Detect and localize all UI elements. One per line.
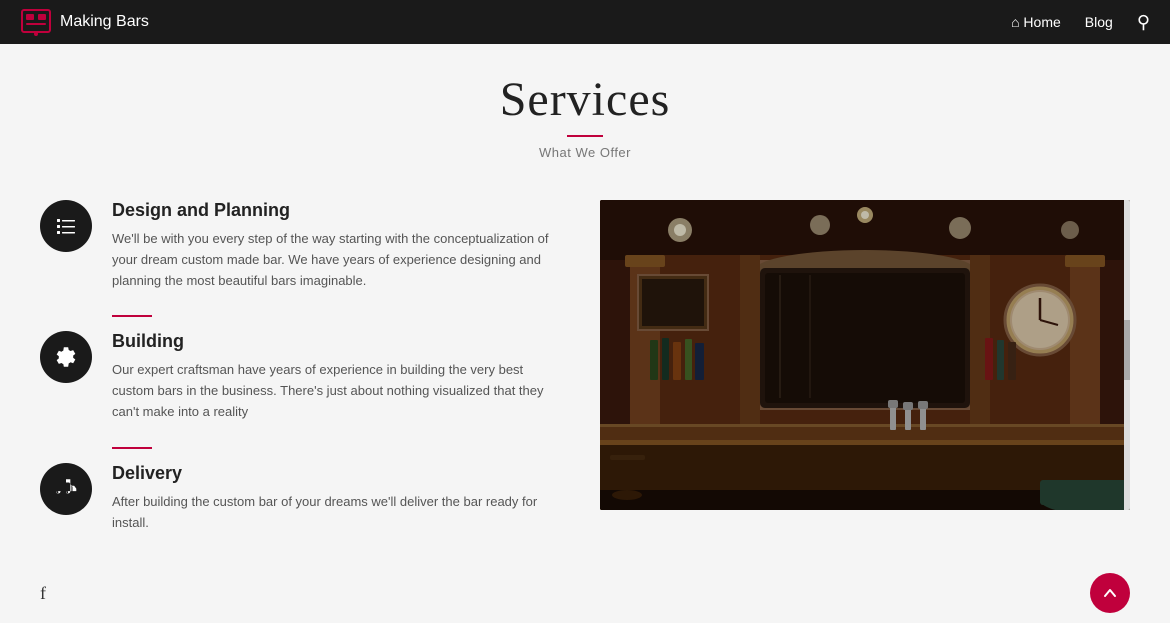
bar-image xyxy=(600,200,1130,510)
footer: f xyxy=(0,563,1170,623)
service-text-delivery: Delivery After building the custom bar o… xyxy=(112,463,560,534)
building-icon-circle xyxy=(40,331,92,383)
service-title-design: Design and Planning xyxy=(112,200,560,221)
service-item-delivery: Delivery After building the custom bar o… xyxy=(40,463,560,534)
service-desc-delivery: After building the custom bar of your dr… xyxy=(112,492,560,534)
facebook-icon[interactable]: f xyxy=(40,583,46,604)
bar-scene-svg xyxy=(600,200,1130,510)
service-title-delivery: Delivery xyxy=(112,463,560,484)
chevron-up-icon xyxy=(1102,585,1118,601)
nav-links: Home Blog ⚲ xyxy=(1011,12,1150,33)
navbar: Making Bars Home Blog ⚲ xyxy=(0,0,1170,44)
title-divider xyxy=(567,135,603,137)
logo[interactable]: Making Bars xyxy=(20,8,149,36)
page-subtitle: What We Offer xyxy=(0,145,1170,160)
page-header: Services What We Offer xyxy=(0,44,1170,170)
service-item-design: Design and Planning We'll be with you ev… xyxy=(40,200,560,291)
service-text-building: Building Our expert craftsman have years… xyxy=(112,331,560,422)
service-desc-design: We'll be with you every step of the way … xyxy=(112,229,560,291)
nav-blog-link[interactable]: Blog xyxy=(1085,14,1113,30)
page-title: Services xyxy=(0,72,1170,127)
scrollbar-thumb[interactable] xyxy=(1124,320,1130,380)
services-list: Design and Planning We'll be with you ev… xyxy=(40,200,560,543)
nav-home-link[interactable]: Home xyxy=(1011,14,1061,30)
gear-icon xyxy=(53,344,79,370)
logo-text: Making Bars xyxy=(60,13,149,31)
scrollbar[interactable] xyxy=(1124,200,1130,510)
service-item-building: Building Our expert craftsman have years… xyxy=(40,331,560,422)
service-title-building: Building xyxy=(112,331,560,352)
search-icon[interactable]: ⚲ xyxy=(1137,12,1150,33)
truck-icon xyxy=(53,476,79,502)
service-desc-building: Our expert craftsman have years of exper… xyxy=(112,360,560,422)
scroll-top-button[interactable] xyxy=(1090,573,1130,613)
service-text-design: Design and Planning We'll be with you ev… xyxy=(112,200,560,291)
delivery-icon-circle xyxy=(40,463,92,515)
main-content: Design and Planning We'll be with you ev… xyxy=(0,170,1170,563)
separator-2 xyxy=(112,447,152,449)
separator-1 xyxy=(112,315,152,317)
design-icon-circle xyxy=(40,200,92,252)
logo-icon xyxy=(20,8,52,36)
list-icon xyxy=(54,214,78,238)
